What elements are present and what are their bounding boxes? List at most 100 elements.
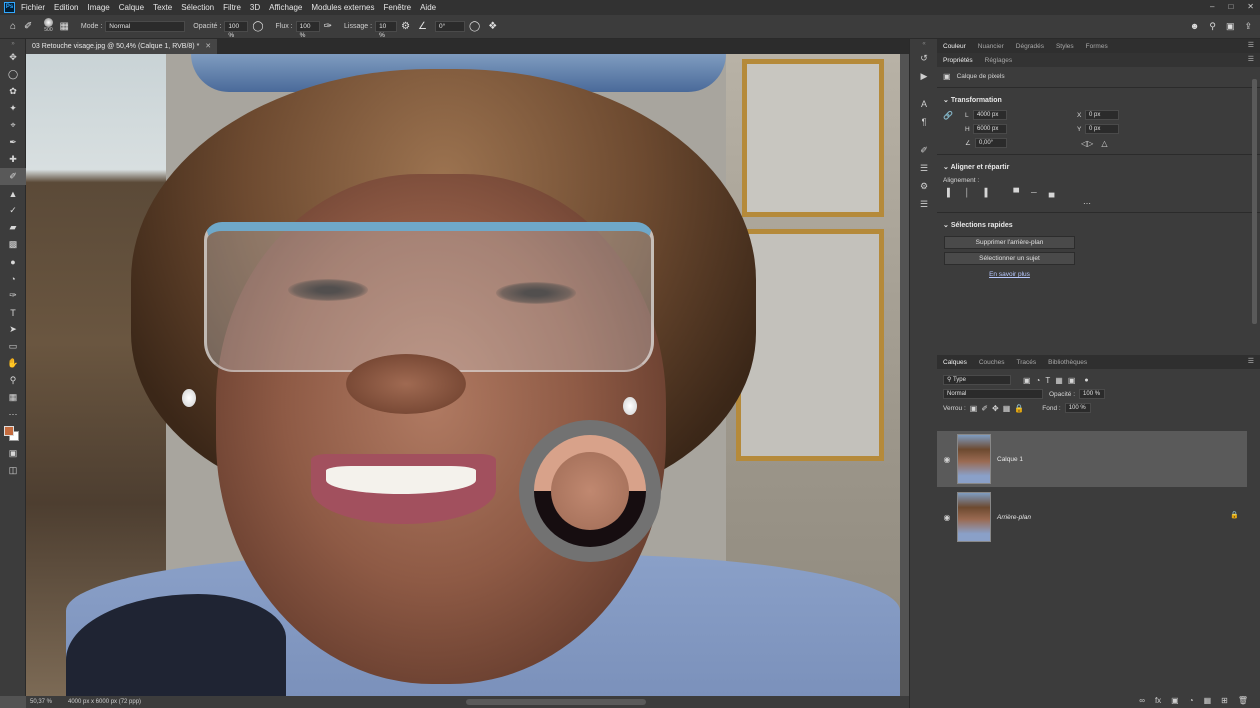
layer-name[interactable]: Arrière-plan xyxy=(997,514,1031,521)
new-group-icon[interactable]: ▦ xyxy=(1204,696,1212,705)
move-tool-icon[interactable]: ✥ xyxy=(0,49,26,66)
brush-tool-icon[interactable]: ✐ xyxy=(0,168,26,185)
hand-tool-icon[interactable]: ✋ xyxy=(0,355,26,372)
filter-toggle-icon[interactable]: ● xyxy=(1084,377,1088,384)
delete-layer-icon[interactable]: 🗑 xyxy=(1238,696,1248,705)
layer-filter-select[interactable]: ⚲ Type xyxy=(943,375,1011,385)
more-tools-icon[interactable]: ⋯ xyxy=(0,406,26,423)
brush-settings-icon[interactable]: ▦ xyxy=(59,21,68,32)
type-tool-icon[interactable]: T xyxy=(0,304,26,321)
document-tab[interactable]: 03 Retouche visage.jpg @ 50,4% (Calque 1… xyxy=(26,39,218,54)
clone-stamp-tool-icon[interactable]: ▲ xyxy=(0,185,26,202)
rectangle-tool-icon[interactable]: ▭ xyxy=(0,338,26,355)
menu-affichage[interactable]: Affichage xyxy=(269,3,302,12)
pressure-opacity-icon[interactable]: ◯ xyxy=(252,21,263,32)
smoothing-field[interactable]: 10 % xyxy=(375,21,398,39)
menu-fenetre[interactable]: Fenêtre xyxy=(384,3,412,12)
tab-traces[interactable]: Tracés xyxy=(1011,359,1043,366)
minimize-icon[interactable]: – xyxy=(1210,2,1214,11)
visibility-eye-icon[interactable]: ◉ xyxy=(937,455,957,464)
angle-field[interactable]: 0° xyxy=(435,21,465,32)
history-panel-icon[interactable]: ↺ xyxy=(910,49,938,67)
frame-tool-icon[interactable]: ▦ xyxy=(0,389,26,406)
layer-name[interactable]: Calque 1 xyxy=(997,456,1023,463)
toolbar-collapse-icon[interactable]: » xyxy=(0,39,26,49)
marquee-tool-icon[interactable]: ◯ xyxy=(0,66,26,83)
quick-mask-icon[interactable]: ▣ xyxy=(0,445,26,462)
tab-nuancier[interactable]: Nuancier xyxy=(972,43,1010,50)
screen-mode-icon[interactable]: ◫ xyxy=(0,462,26,479)
path-selection-tool-icon[interactable]: ➤ xyxy=(0,321,26,338)
maximize-icon[interactable]: □ xyxy=(1228,2,1233,11)
share-arrow-icon[interactable]: ⇪ xyxy=(1244,21,1252,32)
more-options-icon[interactable]: ⋯ xyxy=(937,199,1237,208)
brush-tool-icon[interactable]: ✐ xyxy=(24,21,32,32)
align-center-v-icon[interactable]: ─ xyxy=(1031,188,1037,197)
align-top-icon[interactable]: ▀ xyxy=(1013,188,1019,197)
eraser-tool-icon[interactable]: ▰ xyxy=(0,219,26,236)
align-center-h-icon[interactable]: │ xyxy=(965,188,970,197)
menu-3d[interactable]: 3D xyxy=(250,3,260,12)
layer-style-icon[interactable]: fx xyxy=(1155,696,1161,705)
tab-calques[interactable]: Calques xyxy=(937,359,973,366)
adjustments-panel-icon[interactable]: ⚙ xyxy=(910,177,938,195)
workspace-icon[interactable]: ▣ xyxy=(1226,21,1235,32)
height-field[interactable]: 6000 px xyxy=(973,124,1007,134)
crop-tool-icon[interactable]: ⌖ xyxy=(0,117,26,134)
healing-brush-tool-icon[interactable]: ✚ xyxy=(0,151,26,168)
tab-couleur[interactable]: Couleur xyxy=(937,43,972,50)
layer-filter-icons[interactable]: ▣◔T▦▣ xyxy=(1023,376,1080,385)
pen-tool-icon[interactable]: ✑ xyxy=(0,287,26,304)
eyedropper-tool-icon[interactable]: ✒ xyxy=(0,134,26,151)
tab-styles[interactable]: Styles xyxy=(1050,43,1080,50)
blur-tool-icon[interactable]: ● xyxy=(0,253,26,270)
rotation-field[interactable]: 0,00° xyxy=(975,138,1007,148)
flow-field[interactable]: 100 % xyxy=(295,21,320,39)
link-layers-icon[interactable]: ∞ xyxy=(1139,696,1145,705)
color-swatches[interactable] xyxy=(0,423,26,445)
document-info[interactable]: 4000 px x 6000 px (72 ppp) xyxy=(68,699,141,705)
y-field[interactable]: 0 px xyxy=(1085,124,1119,134)
zoom-tool-icon[interactable]: ⚲ xyxy=(0,372,26,389)
search-icon[interactable]: ⚲ xyxy=(1209,21,1216,32)
menu-texte[interactable]: Texte xyxy=(153,3,172,12)
menu-aide[interactable]: Aide xyxy=(420,3,436,12)
quick-actions-header[interactable]: ⌄ Sélections rapides xyxy=(937,217,1260,233)
smoothing-gear-icon[interactable]: ⚙ xyxy=(401,21,410,32)
zoom-level[interactable]: 50,37 % xyxy=(30,699,64,705)
home-icon[interactable]: ⌂ xyxy=(10,21,16,32)
menu-calque[interactable]: Calque xyxy=(119,3,144,12)
tab-degrades[interactable]: Dégradés xyxy=(1010,43,1050,50)
width-field[interactable]: 4000 px xyxy=(973,110,1007,120)
close-tab-icon[interactable]: ✕ xyxy=(205,43,211,50)
visibility-eye-icon[interactable]: ◉ xyxy=(937,513,957,522)
dodge-tool-icon[interactable]: ◔ xyxy=(0,270,26,287)
menu-edition[interactable]: Edition xyxy=(54,3,78,12)
layer-row-arriere-plan[interactable]: ◉ Arrière-plan 🔒 xyxy=(937,489,1247,545)
layer-row-calque-1[interactable]: ◉ Calque 1 xyxy=(937,431,1247,487)
actions-panel-icon[interactable]: ▶ xyxy=(910,67,938,85)
opacity-field[interactable]: 100 % xyxy=(224,21,249,39)
tab-proprietes[interactable]: Propriétés xyxy=(937,57,979,64)
properties-panel-icon[interactable]: ☰ xyxy=(910,195,938,213)
lock-options-icons[interactable]: ▣✐✥▦🔒 xyxy=(970,404,1028,413)
menu-filtre[interactable]: Filtre xyxy=(223,3,241,12)
align-left-icon[interactable]: ▌ xyxy=(947,188,953,197)
pressure-size-icon[interactable]: ◯ xyxy=(469,21,480,32)
menu-modules-externes[interactable]: Modules externes xyxy=(311,3,374,12)
new-layer-icon[interactable]: ⊞ xyxy=(1221,696,1228,705)
strip-collapse-icon[interactable]: « xyxy=(910,39,938,49)
symmetry-icon[interactable]: ❖ xyxy=(488,21,497,32)
brush-preset-picker[interactable]: 500 xyxy=(40,17,56,36)
align-right-icon[interactable]: ▐ xyxy=(982,188,988,197)
transform-section-header[interactable]: ⌄ Transformation xyxy=(937,92,1260,108)
tab-couches[interactable]: Couches xyxy=(973,359,1011,366)
mode-select[interactable]: Normal xyxy=(105,21,186,32)
link-dimensions-icon[interactable]: 🔗 xyxy=(943,111,965,120)
learn-more-link[interactable]: En savoir plus xyxy=(944,271,1075,278)
adjustment-layer-icon[interactable]: ◔ xyxy=(1189,696,1194,705)
add-mask-icon[interactable]: ▣ xyxy=(1171,696,1179,705)
share-icon[interactable]: ☻ xyxy=(1190,21,1199,32)
horizontal-scrollbar[interactable] xyxy=(466,699,646,705)
tab-formes[interactable]: Formes xyxy=(1080,43,1114,50)
